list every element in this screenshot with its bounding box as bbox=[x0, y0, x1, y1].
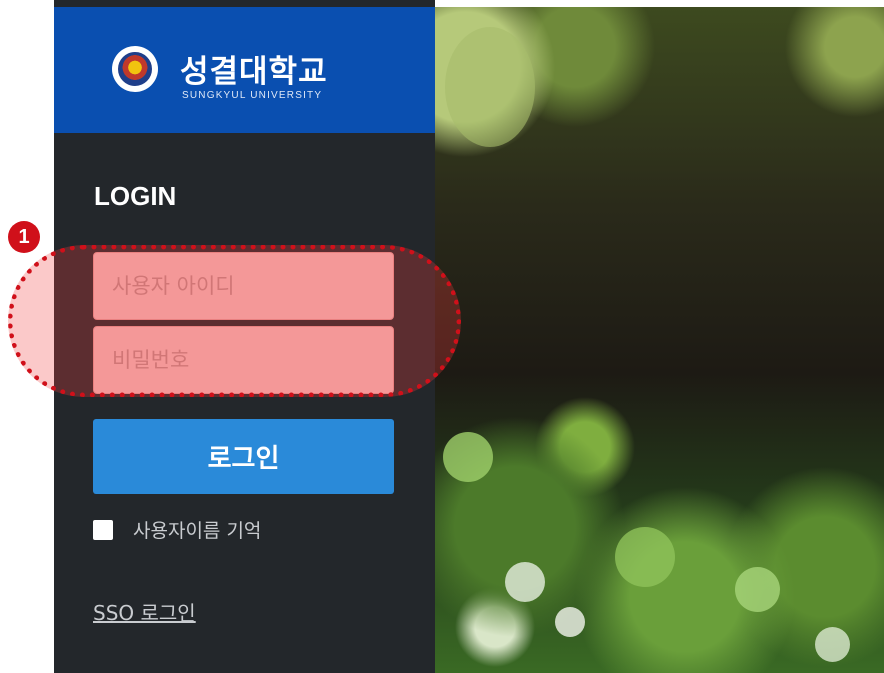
bokeh-light bbox=[445, 27, 535, 147]
sso-login-link[interactable]: SSO 로그인 bbox=[93, 597, 196, 626]
remember-checkbox[interactable] bbox=[93, 519, 113, 540]
password-input[interactable] bbox=[93, 326, 394, 394]
remember-label: 사용자이름 기억 bbox=[133, 520, 262, 542]
seal-emblem bbox=[118, 52, 152, 86]
bokeh-light bbox=[443, 432, 493, 482]
bokeh-light bbox=[555, 607, 585, 637]
username-input[interactable] bbox=[93, 252, 394, 320]
brand-name-english: SUNGKYUL UNIVERSITY bbox=[182, 90, 323, 101]
brand-name-korean: 성결대학교 bbox=[180, 54, 328, 90]
bokeh-light bbox=[505, 562, 545, 602]
annotation-marker: 1 bbox=[8, 221, 40, 253]
bokeh-light bbox=[735, 567, 780, 612]
bokeh-light bbox=[815, 627, 850, 662]
bokeh-light bbox=[615, 527, 675, 587]
login-button[interactable]: 로그인 bbox=[93, 419, 394, 494]
university-seal-icon bbox=[112, 46, 158, 92]
background-photo bbox=[435, 7, 884, 673]
remember-username[interactable]: 사용자이름 기억 bbox=[93, 516, 261, 543]
login-title: LOGIN bbox=[94, 181, 177, 211]
brand-header: 성결대학교 SUNGKYUL UNIVERSITY bbox=[54, 7, 435, 133]
